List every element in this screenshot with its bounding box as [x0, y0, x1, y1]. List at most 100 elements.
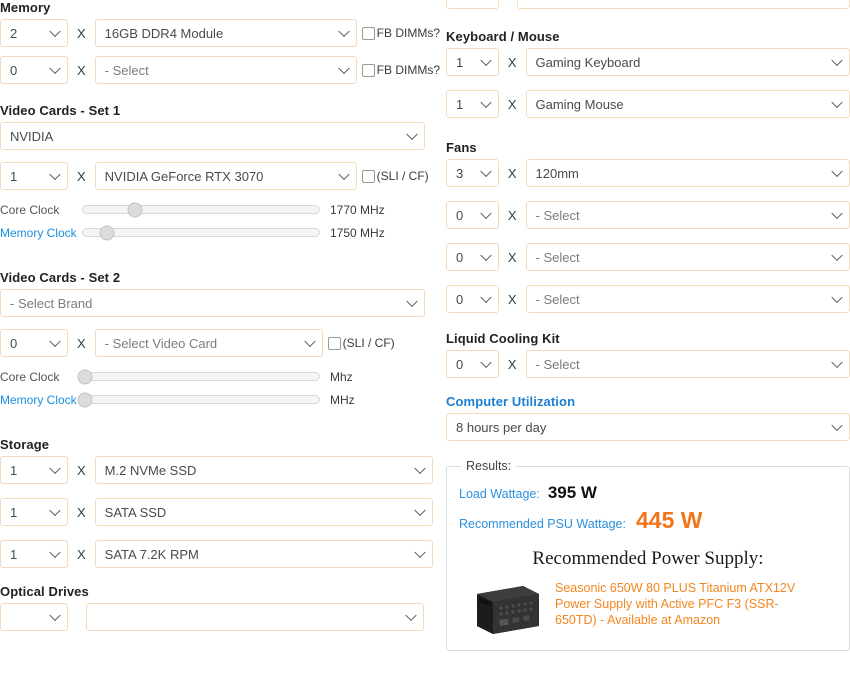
video2-sli-label: (SLI / CF) — [342, 336, 395, 350]
memory-row-1: 2 X 16GB DDR4 Module FB DIMMs? — [0, 19, 440, 47]
fans-item-select-4[interactable]: - Select — [525, 285, 850, 313]
video2-brand-select[interactable]: - Select Brand — [0, 289, 425, 317]
video1-memory-clock-label[interactable]: Memory Clock — [0, 226, 82, 240]
multiply-symbol: X — [77, 25, 86, 41]
recommended-psu-wattage-value: 445 W — [635, 507, 703, 533]
video2-memory-clock-label[interactable]: Memory Clock — [0, 393, 82, 407]
optical-row-1 — [0, 603, 440, 631]
storage-row-2: 1 X SATA SSD — [0, 498, 440, 526]
fans-row-4: 0 X - Select — [446, 285, 850, 313]
memory-qty-select-2[interactable]: 0 — [0, 56, 68, 84]
section-title-storage: Storage — [0, 437, 50, 452]
storage-item-select-1[interactable]: M.2 NVMe SSD — [94, 456, 433, 484]
recommended-power-supply-title: Recommended Power Supply: — [532, 548, 764, 569]
section-computer-utilization: Computer Utilization 8 hours per day — [446, 394, 850, 441]
liquid-cooling-qty-select[interactable]: 0 — [446, 350, 499, 378]
slider-thumb[interactable] — [127, 202, 143, 217]
video2-core-clock-value: Mhz — [330, 369, 353, 384]
results-legend: Results: — [466, 459, 512, 473]
storage-qty-select-3[interactable]: 1 — [0, 540, 68, 568]
video1-core-clock-label: Core Clock — [0, 202, 60, 217]
multiply-symbol: X — [507, 54, 517, 70]
slider-thumb[interactable] — [99, 225, 115, 240]
memory-fbdimm-wrap-2: FB DIMMs? — [361, 63, 440, 77]
section-title-liquid-cooling: Liquid Cooling Kit — [446, 331, 560, 346]
memory-item-select-1[interactable]: 16GB DDR4 Module — [94, 19, 357, 47]
multiply-symbol: X — [507, 165, 517, 181]
video1-memory-clock-slider[interactable] — [82, 225, 320, 240]
video2-core-clock-slider-row: Core Clock Mhz — [0, 367, 440, 386]
storage-item-select-2[interactable]: SATA SSD — [94, 498, 433, 526]
utilization-row: 8 hours per day — [446, 413, 850, 441]
multiply-symbol: X — [77, 335, 86, 351]
power-supply-thumbnail[interactable] — [469, 580, 543, 638]
video2-sli-wrap: (SLI / CF) — [327, 336, 395, 350]
keyboard-item-select[interactable]: Gaming Keyboard — [525, 48, 850, 76]
video2-memory-clock-value: MHz — [330, 392, 355, 407]
video1-brand-select[interactable]: NVIDIA — [0, 122, 425, 150]
video2-core-clock-slider[interactable] — [77, 369, 320, 384]
utilization-select[interactable]: 8 hours per day — [446, 413, 850, 441]
section-storage: Storage 1 X M.2 NVMe SSD 1 X SATA SSD 1 … — [0, 437, 440, 568]
right-column: Keyboard / Mouse 1 X Gaming Keyboard 1 X… — [446, 0, 850, 688]
slider-thumb[interactable] — [77, 392, 93, 407]
keyboard-qty-select[interactable]: 1 — [446, 48, 499, 76]
video1-qty-select[interactable]: 1 — [0, 162, 68, 190]
video2-card-row: 0 X - Select Video Card (SLI / CF) — [0, 329, 440, 357]
mouse-row: 1 X Gaming Mouse — [446, 90, 850, 118]
video2-sli-checkbox[interactable] — [327, 336, 341, 350]
multiply-symbol: X — [77, 504, 86, 520]
memory-fbdimm-label-1: FB DIMMs? — [376, 26, 440, 40]
slider-thumb[interactable] — [77, 369, 93, 384]
video1-sli-label: (SLI / CF) — [376, 169, 429, 183]
fans-qty-select-3[interactable]: 0 — [446, 243, 499, 271]
section-title-computer-utilization[interactable]: Computer Utilization — [446, 394, 850, 409]
load-wattage-label[interactable]: Load Wattage: — [459, 487, 540, 501]
fans-row-1: 3 X 120mm — [446, 159, 850, 187]
recommended-product-link[interactable]: Seasonic 650W 80 PLUS Titanium ATX12V Po… — [555, 580, 817, 628]
video1-core-clock-slider[interactable] — [82, 202, 320, 217]
liquid-cooling-item-select[interactable]: - Select — [525, 350, 850, 378]
video1-sli-wrap: (SLI / CF) — [361, 169, 429, 183]
memory-item-select-2[interactable]: - Select — [94, 56, 357, 84]
fans-item-select-3[interactable]: - Select — [525, 243, 850, 271]
multiply-symbol: X — [77, 462, 86, 478]
video1-memory-clock-slider-row: Memory Clock 1750 MHz — [0, 223, 440, 242]
storage-item-select-3[interactable]: SATA 7.2K RPM — [94, 540, 433, 568]
video2-brand-row: - Select Brand — [0, 289, 440, 317]
video2-core-clock-label: Core Clock — [0, 369, 60, 384]
video1-core-clock-value: 1770 MHz — [330, 202, 385, 217]
fans-qty-select-4[interactable]: 0 — [446, 285, 499, 313]
video2-card-select[interactable]: - Select Video Card — [94, 329, 323, 357]
clipped-qty-select[interactable] — [446, 0, 500, 9]
clipped-item-select[interactable] — [517, 0, 850, 9]
liquid-cooling-row: 0 X - Select — [446, 350, 850, 378]
memory-fbdimm-label-2: FB DIMMs? — [376, 63, 440, 77]
memory-fbdimm-checkbox-2[interactable] — [361, 63, 375, 77]
mouse-item-select[interactable]: Gaming Mouse — [525, 90, 850, 118]
storage-qty-select-1[interactable]: 1 — [0, 456, 68, 484]
fans-item-select-2[interactable]: - Select — [525, 201, 850, 229]
recommended-psu-wattage-label[interactable]: Recommended PSU Wattage: — [459, 517, 626, 531]
optical-qty-select-1[interactable] — [0, 603, 68, 631]
video2-memory-clock-slider-row: Memory Clock MHz — [0, 390, 440, 409]
video1-sli-checkbox[interactable] — [361, 169, 375, 183]
section-video-set-1: Video Cards - Set 1 NVIDIA 1 X NVIDIA Ge… — [0, 103, 440, 242]
video2-memory-clock-slider[interactable] — [77, 392, 320, 407]
optical-item-select-1[interactable] — [86, 603, 424, 631]
fans-qty-select-2[interactable]: 0 — [446, 201, 499, 229]
memory-fbdimm-checkbox-1[interactable] — [361, 26, 375, 40]
multiply-symbol: X — [507, 249, 517, 265]
video1-card-select[interactable]: NVIDIA GeForce RTX 3070 — [94, 162, 357, 190]
load-wattage-value: 395 W — [547, 483, 597, 502]
memory-qty-select-1[interactable]: 2 — [0, 19, 68, 47]
video2-qty-select[interactable]: 0 — [0, 329, 68, 357]
multiply-symbol: X — [77, 168, 86, 184]
multiply-symbol: X — [77, 546, 86, 562]
storage-qty-select-2[interactable]: 1 — [0, 498, 68, 526]
video1-brand-row: NVIDIA — [0, 122, 440, 150]
fans-item-select-1[interactable]: 120mm — [525, 159, 850, 187]
fans-qty-select-1[interactable]: 3 — [446, 159, 499, 187]
memory-fbdimm-wrap-1: FB DIMMs? — [361, 26, 440, 40]
mouse-qty-select[interactable]: 1 — [446, 90, 499, 118]
